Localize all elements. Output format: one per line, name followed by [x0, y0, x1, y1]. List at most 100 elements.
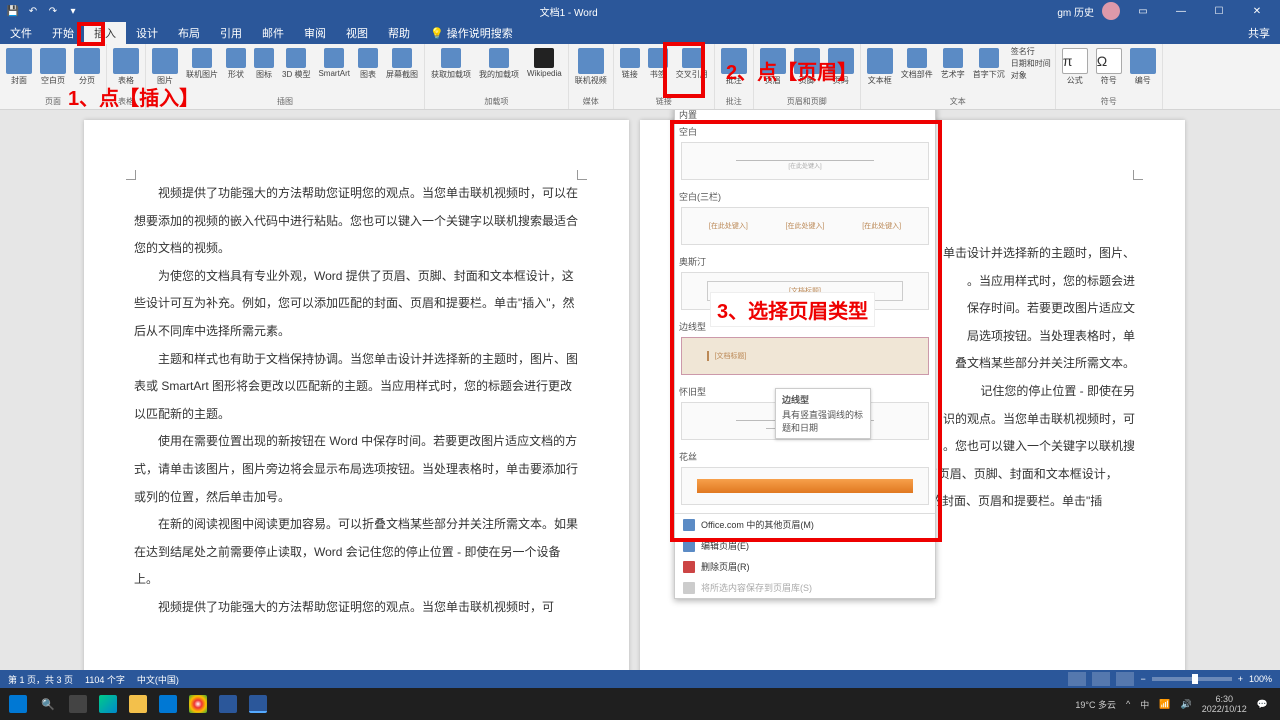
chart-button[interactable]: 图表 — [356, 46, 380, 96]
tab-help[interactable]: 帮助 — [378, 22, 420, 44]
wifi-icon[interactable]: 📶 — [1159, 699, 1170, 710]
number-button[interactable]: 编号 — [1128, 46, 1158, 96]
body-paragraph[interactable]: 视频提供了功能强大的方法帮助您证明您的观点。当您单击联机视频时，可 — [134, 594, 579, 622]
edge-icon[interactable] — [94, 690, 122, 718]
tab-insert[interactable]: 插入 — [84, 22, 126, 44]
notifications-icon[interactable]: 💬 — [1257, 699, 1268, 710]
dropcap-button[interactable]: 首字下沉 — [971, 46, 1007, 96]
page-indicator[interactable]: 第 1 页，共 3 页 — [8, 673, 73, 686]
tab-references[interactable]: 引用 — [210, 22, 252, 44]
mail-icon[interactable] — [154, 690, 182, 718]
tab-layout[interactable]: 布局 — [168, 22, 210, 44]
search-button[interactable]: 🔍 — [34, 690, 62, 718]
wordart-button[interactable]: 艺术字 — [939, 46, 967, 96]
page-break-button[interactable]: 分页 — [72, 46, 102, 96]
language-indicator[interactable]: 中文(中国) — [137, 673, 179, 686]
maximize-icon[interactable]: ☐ — [1204, 1, 1234, 21]
object-button[interactable]: 对象 — [1011, 70, 1051, 81]
header-preset-austin[interactable]: [文档标题] — [681, 272, 929, 310]
chrome-icon[interactable] — [184, 690, 212, 718]
zoom-slider[interactable] — [1152, 677, 1232, 681]
tab-file[interactable]: 文件 — [0, 22, 42, 44]
body-paragraph[interactable]: 视频提供了功能强大的方法帮助您证明您的观点。当您单击联机视频时，可以在想要添加的… — [134, 180, 579, 263]
shapes-button[interactable]: 形状 — [224, 46, 248, 96]
volume-icon[interactable]: 🔊 — [1181, 699, 1192, 710]
smartart-button[interactable]: SmartArt — [316, 46, 352, 96]
blank-page-button[interactable]: 空白页 — [38, 46, 68, 96]
photos-icon[interactable] — [214, 690, 242, 718]
textbox-button[interactable]: 文本框 — [865, 46, 895, 96]
clock-time[interactable]: 6:30 — [1202, 694, 1247, 704]
online-pictures-button[interactable]: 联机图片 — [184, 46, 220, 96]
read-mode-button[interactable] — [1068, 672, 1086, 686]
tray-chevron-icon[interactable]: ^ — [1126, 699, 1130, 709]
weather-widget[interactable]: 19°C 多云 — [1075, 698, 1116, 711]
header-preset-blank[interactable]: [在此处键入] — [681, 142, 929, 180]
tab-home[interactable]: 开始 — [42, 22, 84, 44]
minimize-icon[interactable]: — — [1166, 1, 1196, 21]
comment-button[interactable]: 批注 — [719, 46, 749, 96]
date-time-button[interactable]: 日期和时间 — [1011, 58, 1051, 69]
start-button[interactable] — [4, 690, 32, 718]
page-number-button[interactable]: 页码 — [826, 46, 856, 96]
table-button[interactable]: 表格 — [111, 46, 141, 96]
cover-page-button[interactable]: 封面 — [4, 46, 34, 96]
clock-date[interactable]: 2022/10/12 — [1202, 704, 1247, 714]
qat-customize-icon[interactable]: ▾ — [66, 4, 80, 18]
office-icon — [683, 519, 695, 531]
symbol-button[interactable]: Ω符号 — [1094, 46, 1124, 96]
word-count[interactable]: 1104 个字 — [85, 673, 125, 686]
quick-parts-button[interactable]: 文档部件 — [899, 46, 935, 96]
header-preset-blank-3col[interactable]: [在此处键入][在此处键入][在此处键入] — [681, 207, 929, 245]
ime-icon[interactable]: 中 — [1140, 698, 1149, 711]
zoom-level[interactable]: 100% — [1249, 674, 1272, 684]
body-paragraph[interactable]: 在新的阅读视图中阅读更加容易。可以折叠文档某些部分并关注所需文本。如果在达到结尾… — [134, 511, 579, 594]
models-button[interactable]: 3D 模型 — [280, 46, 312, 96]
icons-button[interactable]: 图标 — [252, 46, 276, 96]
document-area[interactable]: 视频提供了功能强大的方法帮助您证明您的观点。当您单击联机视频时，可以在想要添加的… — [0, 110, 1280, 670]
header-preset-sideline[interactable]: [文档标题] — [681, 337, 929, 375]
more-headers-link[interactable]: Office.com 中的其他页眉(M) — [675, 514, 935, 535]
my-addins-button[interactable]: 我的加载项 — [477, 46, 521, 96]
save-icon[interactable]: 💾 — [6, 4, 20, 18]
tab-design[interactable]: 设计 — [126, 22, 168, 44]
pictures-button[interactable]: 图片 — [150, 46, 180, 96]
page-1[interactable]: 视频提供了功能强大的方法帮助您证明您的观点。当您单击联机视频时，可以在想要添加的… — [84, 120, 629, 670]
word-icon[interactable] — [244, 690, 272, 718]
close-icon[interactable]: ✕ — [1242, 1, 1272, 21]
explorer-icon[interactable] — [124, 690, 152, 718]
edit-header-link[interactable]: 编辑页眉(E) — [675, 535, 935, 556]
user-name[interactable]: gm 历史 — [1057, 4, 1094, 19]
bookmark-button[interactable]: 书签 — [646, 46, 670, 96]
tab-review[interactable]: 审阅 — [294, 22, 336, 44]
web-layout-button[interactable] — [1116, 672, 1134, 686]
tab-mailings[interactable]: 邮件 — [252, 22, 294, 44]
link-button[interactable]: 链接 — [618, 46, 642, 96]
screenshot-button[interactable]: 屏幕截图 — [384, 46, 420, 96]
zoom-out-button[interactable]: − — [1140, 674, 1145, 684]
body-paragraph[interactable]: 为使您的文档具有专业外观，Word 提供了页眉、页脚、封面和文本框设计，这些设计… — [134, 263, 579, 346]
body-paragraph[interactable]: 主题和样式也有助于文档保持协调。当您单击设计并选择新的主题时，图片、图表或 Sm… — [134, 346, 579, 429]
online-video-button[interactable]: 联机视频 — [573, 46, 609, 96]
redo-icon[interactable]: ↷ — [46, 4, 60, 18]
task-view-button[interactable] — [64, 690, 92, 718]
share-button[interactable]: 共享 — [1238, 22, 1280, 44]
body-paragraph[interactable]: 使用在需要位置出现的新按钮在 Word 中保存时间。若要更改图片适应文档的方式，… — [134, 428, 579, 511]
wikipedia-button[interactable]: Wikipedia — [525, 46, 564, 96]
zoom-in-button[interactable]: + — [1238, 674, 1243, 684]
tab-view[interactable]: 视图 — [336, 22, 378, 44]
undo-icon[interactable]: ↶ — [26, 4, 40, 18]
signature-line-button[interactable]: 签名行 — [1011, 46, 1051, 57]
cross-reference-button[interactable]: 交叉引用 — [674, 46, 710, 96]
user-avatar[interactable] — [1102, 2, 1120, 20]
ribbon-options-icon[interactable]: ▭ — [1128, 1, 1158, 21]
print-layout-button[interactable] — [1092, 672, 1110, 686]
tell-me-search[interactable]: 💡 操作说明搜索 — [420, 22, 523, 44]
equation-button[interactable]: π公式 — [1060, 46, 1090, 96]
remove-header-link[interactable]: 删除页眉(R) — [675, 556, 935, 577]
group-symbols-label: 符号 — [1060, 96, 1158, 109]
footer-button[interactable]: 页脚 — [792, 46, 822, 96]
header-button[interactable]: 页眉 — [758, 46, 788, 96]
header-preset-floral[interactable] — [681, 467, 929, 505]
get-addins-button[interactable]: 获取加载项 — [429, 46, 473, 96]
